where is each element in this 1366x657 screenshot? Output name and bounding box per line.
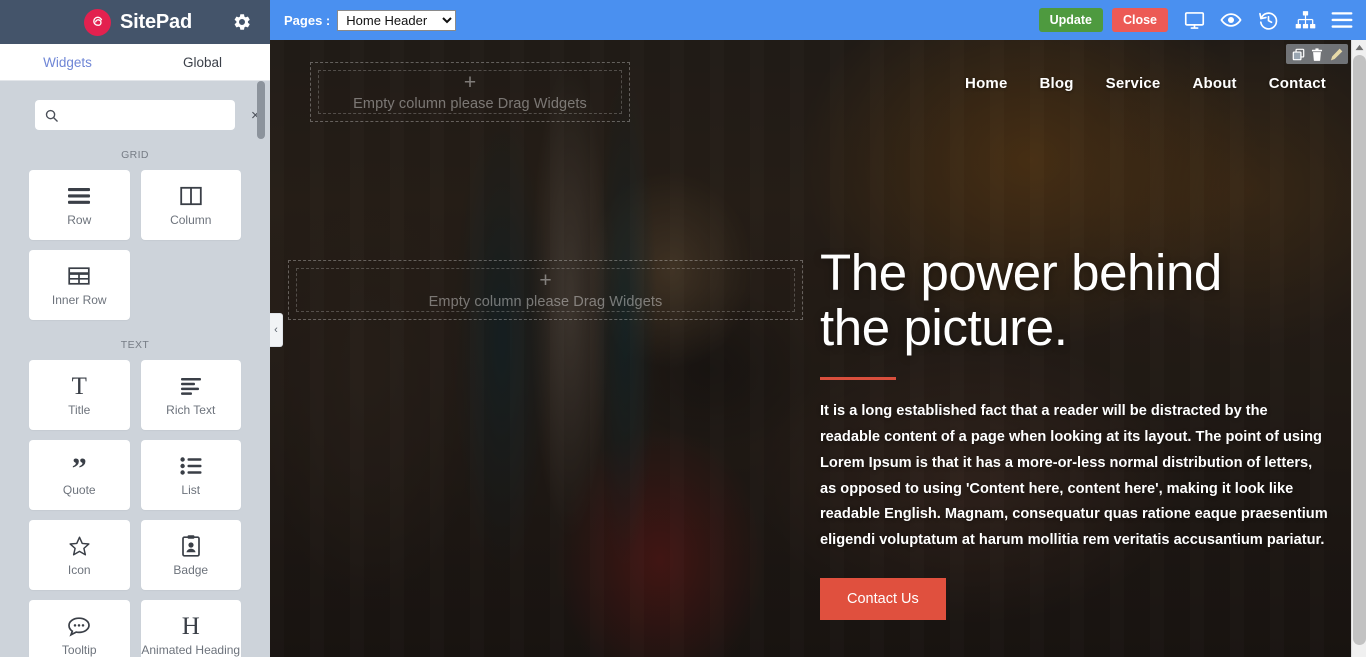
- widget-card-quote[interactable]: ” Quote: [29, 440, 130, 510]
- brand-bar: SitePad: [0, 0, 270, 44]
- tab-global[interactable]: Global: [135, 44, 270, 80]
- pages-label: Pages :: [284, 12, 331, 28]
- widget-grid-grid: Row Column Inner Row: [0, 170, 270, 320]
- widget-card-animated-heading[interactable]: H Animated Heading: [140, 600, 241, 657]
- hero-title-line-1: The power behind: [820, 244, 1222, 301]
- search-input[interactable]: [59, 100, 247, 130]
- widgets-panel-body: × GRID Row Column Inner Row TEXT T Title…: [0, 81, 270, 657]
- edit-row-icon[interactable]: [1329, 47, 1343, 61]
- widget-label: Quote: [62, 483, 96, 497]
- canvas-scrollbar-track[interactable]: [1352, 55, 1366, 657]
- widget-label: Rich Text: [166, 403, 216, 417]
- nav-link-home[interactable]: Home: [965, 75, 1007, 92]
- duplicate-row-icon[interactable]: [1291, 47, 1305, 61]
- pages-select[interactable]: Home Header: [337, 9, 457, 31]
- badge-icon: [181, 534, 200, 558]
- update-button[interactable]: Update: [1038, 8, 1103, 32]
- panel-tabs: Widgets Global: [0, 44, 270, 81]
- hamburger-menu-icon[interactable]: [1331, 9, 1353, 31]
- scroll-up-arrow-icon[interactable]: [1352, 40, 1366, 55]
- contact-us-button[interactable]: Contact Us: [820, 578, 946, 621]
- site-navigation: Home Blog Service About Contact: [965, 75, 1326, 92]
- speech-bubble-icon: [67, 614, 91, 638]
- sitemap-icon[interactable]: [1294, 9, 1316, 31]
- text-title-icon: T: [71, 372, 87, 400]
- group-label-grid: GRID: [121, 149, 149, 161]
- widget-card-column[interactable]: Column: [140, 170, 241, 240]
- sidebar-scrollbar[interactable]: [257, 81, 265, 657]
- widget-drop-area[interactable]: + Empty column please Drag Widgets: [296, 268, 795, 312]
- collapse-sidebar-handle[interactable]: ‹: [270, 313, 283, 347]
- history-revision-icon[interactable]: [1257, 9, 1279, 31]
- hero-title: The power behind the picture.: [820, 245, 1330, 355]
- columns-icon: [180, 184, 202, 208]
- widget-label: Title: [68, 403, 91, 417]
- hero-divider: [820, 377, 896, 381]
- widget-label: Row: [67, 213, 92, 227]
- empty-column-placeholder[interactable]: + Empty column please Drag Widgets: [288, 260, 803, 320]
- canvas-scrollbar-thumb[interactable]: [1353, 55, 1366, 645]
- heading-h-icon: H: [181, 612, 200, 640]
- toolbar-actions: Update Close: [1030, 8, 1366, 32]
- close-button[interactable]: Close: [1111, 8, 1168, 32]
- sidebar-scrollbar-thumb[interactable]: [257, 81, 265, 139]
- widgets-scroll-area: × GRID Row Column Inner Row TEXT T Title…: [0, 81, 270, 657]
- add-widget-plus-icon[interactable]: +: [539, 270, 551, 291]
- widget-card-tooltip[interactable]: Tooltip: [29, 600, 130, 657]
- tab-widgets[interactable]: Widgets: [0, 44, 135, 80]
- sitepad-editor: SitePad Widgets Global × GRID Row Column…: [0, 0, 1366, 657]
- group-label-text: TEXT: [120, 339, 150, 351]
- widget-search: ×: [35, 100, 260, 130]
- widget-label: Animated Heading: [141, 643, 241, 657]
- page-canvas: + Empty column please Drag Widgets + Emp…: [270, 40, 1351, 657]
- widget-grid-text: T Title Rich Text ” Quote List Icon Badg…: [0, 360, 270, 657]
- nav-link-service[interactable]: Service: [1106, 75, 1161, 92]
- hero-paragraph: It is a long established fact that a rea…: [820, 403, 1328, 549]
- widget-card-list[interactable]: List: [140, 440, 241, 510]
- monitor-icon[interactable]: [1183, 9, 1205, 31]
- empty-column-text: Empty column please Drag Widgets: [353, 96, 587, 112]
- widget-card-title[interactable]: T Title: [29, 360, 130, 430]
- star-icon: [68, 534, 91, 558]
- nav-link-about[interactable]: About: [1192, 75, 1236, 92]
- row-controls: [1286, 44, 1348, 64]
- widget-label: Column: [170, 213, 212, 227]
- canvas-scrollbar[interactable]: [1351, 40, 1366, 657]
- delete-row-icon[interactable]: [1310, 47, 1324, 61]
- empty-column-text: Empty column please Drag Widgets: [428, 294, 663, 310]
- hero-title-line-2: the picture.: [820, 299, 1068, 357]
- quote-icon: ”: [71, 452, 87, 486]
- align-left-icon: [180, 374, 202, 398]
- nav-link-blog[interactable]: Blog: [1040, 75, 1074, 92]
- chevron-left-icon: ‹: [274, 324, 278, 336]
- rows-icon: [67, 184, 91, 208]
- brand: SitePad: [78, 8, 192, 36]
- sitepad-spiral-logo-icon: [84, 8, 112, 36]
- widget-card-icon[interactable]: Icon: [29, 520, 130, 590]
- widget-label: Badge: [173, 563, 209, 577]
- add-widget-plus-icon[interactable]: +: [464, 72, 476, 93]
- widget-label: Tooltip: [61, 643, 97, 657]
- widget-card-rich-text[interactable]: Rich Text: [140, 360, 241, 430]
- widget-card-row[interactable]: Row: [29, 170, 130, 240]
- inner-row-icon: [68, 264, 90, 288]
- list-icon: [180, 454, 202, 478]
- widget-label: List: [181, 483, 201, 497]
- brand-name: SitePad: [120, 10, 192, 33]
- widget-drop-area[interactable]: + Empty column please Drag Widgets: [318, 70, 622, 114]
- nav-link-contact[interactable]: Contact: [1269, 75, 1326, 92]
- eye-preview-icon[interactable]: [1220, 9, 1242, 31]
- editor-toolbar: Pages : Home Header Update Close: [270, 0, 1366, 40]
- widget-label: Inner Row: [51, 293, 107, 307]
- search-icon: [44, 108, 59, 123]
- widgets-sidebar: SitePad Widgets Global × GRID Row Column…: [0, 0, 270, 657]
- widget-label: Icon: [67, 563, 91, 577]
- hero-content: The power behind the picture. It is a lo…: [820, 245, 1330, 621]
- widget-card-badge[interactable]: Badge: [140, 520, 241, 590]
- empty-column-placeholder[interactable]: + Empty column please Drag Widgets: [310, 62, 630, 122]
- widget-card-inner-row[interactable]: Inner Row: [29, 250, 130, 320]
- gear-icon[interactable]: [231, 11, 253, 33]
